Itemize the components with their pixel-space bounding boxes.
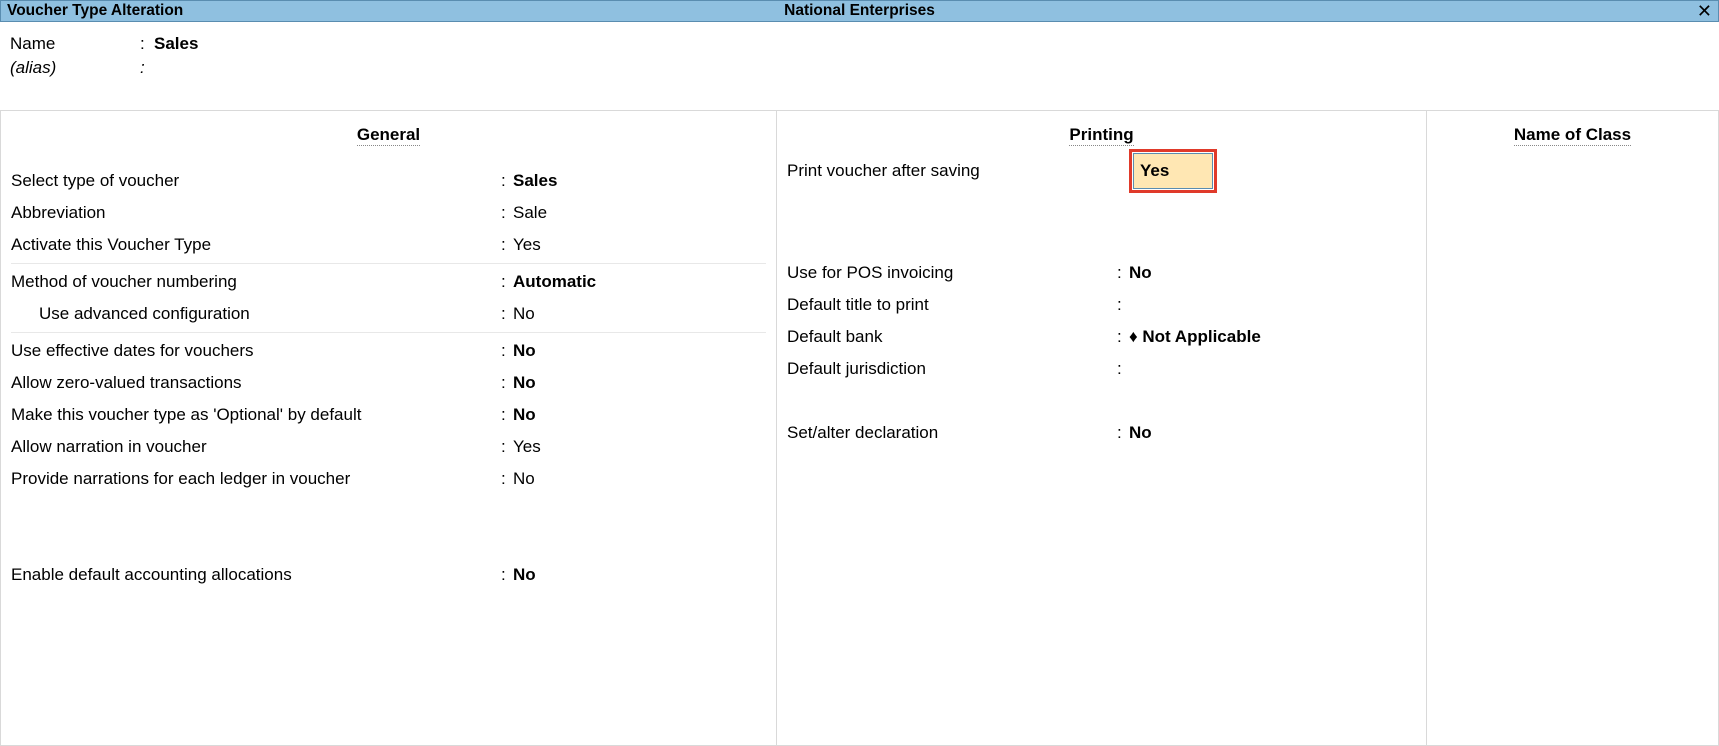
- adv-config-value[interactable]: No: [513, 298, 535, 330]
- titlebar: Voucher Type Alteration National Enterpr…: [0, 0, 1719, 22]
- zero-val-label: Allow zero-valued transactions: [11, 367, 501, 399]
- general-heading: General: [11, 125, 766, 145]
- voucher-name-block: Name : Sales (alias) :: [0, 22, 1719, 111]
- enable-alloc-label: Enable default accounting allocations: [11, 559, 501, 591]
- screen-title: Voucher Type Alteration: [7, 2, 183, 20]
- eff-dates-value[interactable]: No: [513, 335, 536, 367]
- set-decl-value[interactable]: No: [1129, 417, 1152, 449]
- name-label: Name: [10, 32, 140, 56]
- abbrev-value[interactable]: Sale: [513, 197, 547, 229]
- narration-value[interactable]: Yes: [513, 431, 541, 463]
- optional-value[interactable]: No: [513, 399, 536, 431]
- content-columns: General Select type of voucher : Sales A…: [0, 111, 1719, 746]
- narrations-ledger-value[interactable]: No: [513, 463, 535, 495]
- pos-value[interactable]: No: [1129, 257, 1152, 289]
- close-icon[interactable]: ✕: [1697, 2, 1712, 20]
- default-bank-value[interactable]: ♦ Not Applicable: [1129, 321, 1261, 353]
- activate-label: Activate this Voucher Type: [11, 229, 501, 261]
- eff-dates-label: Use effective dates for vouchers: [11, 335, 501, 367]
- company-name: National Enterprises: [784, 2, 935, 20]
- adv-config-label: Use advanced configuration: [11, 298, 501, 330]
- printing-heading: Printing: [787, 125, 1416, 145]
- print-after-save-label: Print voucher after saving: [787, 155, 1117, 187]
- pos-label: Use for POS invoicing: [787, 257, 1117, 289]
- activate-value[interactable]: Yes: [513, 229, 541, 261]
- narrations-ledger-label: Provide narrations for each ledger in vo…: [11, 463, 501, 495]
- general-column: General Select type of voucher : Sales A…: [1, 111, 777, 745]
- select-type-value[interactable]: Sales: [513, 165, 557, 197]
- class-heading: Name of Class: [1437, 125, 1708, 145]
- abbrev-label: Abbreviation: [11, 197, 501, 229]
- default-title-label: Default title to print: [787, 289, 1117, 321]
- alias-label: (alias): [10, 56, 140, 80]
- print-after-save-field[interactable]: Yes: [1129, 149, 1217, 193]
- narration-label: Allow narration in voucher: [11, 431, 501, 463]
- method-label: Method of voucher numbering: [11, 266, 501, 298]
- class-column: Name of Class: [1427, 111, 1718, 745]
- printing-column: Printing Print voucher after saving : Ye…: [777, 111, 1427, 745]
- select-type-label: Select type of voucher: [11, 165, 501, 197]
- method-value[interactable]: Automatic: [513, 266, 596, 298]
- optional-label: Make this voucher type as 'Optional' by …: [11, 399, 501, 431]
- name-value[interactable]: Sales: [154, 32, 198, 56]
- print-after-save-value[interactable]: Yes: [1133, 153, 1213, 189]
- set-decl-label: Set/alter declaration: [787, 417, 1117, 449]
- zero-val-value[interactable]: No: [513, 367, 536, 399]
- default-juris-label: Default jurisdiction: [787, 353, 1117, 385]
- enable-alloc-value[interactable]: No: [513, 559, 536, 591]
- default-bank-label: Default bank: [787, 321, 1117, 353]
